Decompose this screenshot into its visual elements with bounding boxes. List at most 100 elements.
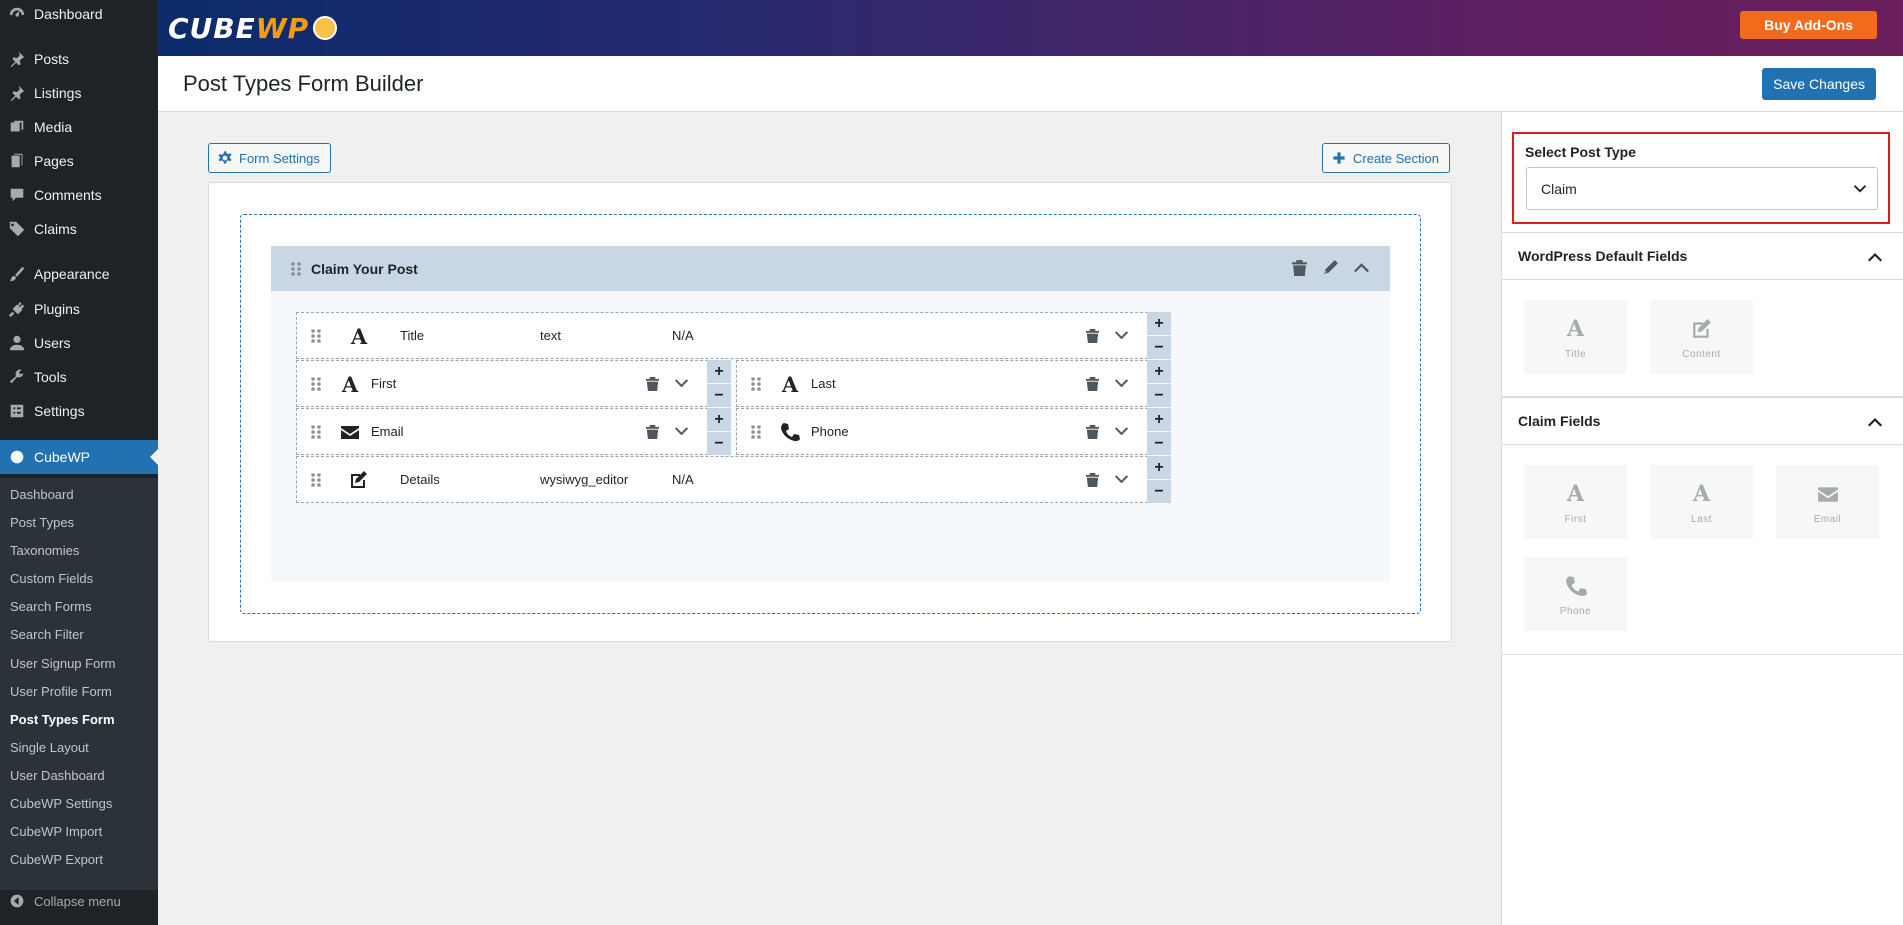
claim-fields-title: Claim Fields — [1518, 413, 1601, 429]
field-card-first[interactable]: A First — [1524, 465, 1627, 539]
submenu-item-post-types-form[interactable]: Post Types Form — [10, 712, 115, 727]
field-row-last[interactable]: A Last + − — [736, 360, 1171, 407]
trash-icon[interactable] — [1085, 423, 1100, 440]
submenu-item-post-types[interactable]: Post Types — [10, 515, 74, 530]
field-row-email[interactable]: Email + − — [296, 408, 731, 455]
phone-icon — [778, 421, 802, 443]
field-card-title[interactable]: A Title — [1524, 300, 1627, 374]
wp-default-fields-header[interactable]: WordPress Default Fields — [1502, 232, 1903, 280]
drag-handle-icon[interactable] — [309, 375, 323, 393]
text-a-icon: A — [1566, 315, 1585, 342]
field-card-label: First — [1564, 513, 1587, 525]
field-row-first[interactable]: A First + − — [296, 360, 731, 407]
settings-icon — [0, 402, 34, 420]
drag-handle-icon[interactable] — [749, 423, 763, 441]
plus-icon — [1333, 152, 1345, 164]
menu-item-appearance[interactable]: Appearance — [0, 257, 158, 291]
increase-width-button[interactable]: + — [707, 408, 731, 432]
increase-width-button[interactable]: + — [1147, 360, 1171, 384]
menu-item-media[interactable]: Media — [0, 110, 158, 144]
post-type-select[interactable]: Claim — [1526, 167, 1878, 210]
decrease-width-button[interactable]: − — [707, 432, 731, 455]
pin-icon — [0, 50, 34, 68]
claim-fields-header[interactable]: Claim Fields — [1502, 397, 1903, 445]
form-section: Claim Your Post A Title text N/A + − A F… — [271, 246, 1390, 581]
chevron-down-icon[interactable] — [674, 423, 689, 440]
field-card-label: Phone — [1559, 605, 1592, 617]
menu-item-dashboard[interactable]: Dashboard — [0, 0, 158, 31]
submenu-item-search-filter[interactable]: Search Filter — [10, 627, 84, 642]
field-label: Details — [400, 472, 440, 487]
pencil-icon[interactable] — [1322, 259, 1339, 276]
trash-icon[interactable] — [1085, 471, 1100, 488]
chevron-up-icon[interactable] — [1353, 259, 1370, 276]
trash-icon[interactable] — [1085, 375, 1100, 392]
field-card-email[interactable]: Email — [1776, 465, 1879, 539]
submenu-item-cubewp-export[interactable]: CubeWP Export — [10, 852, 103, 867]
increase-width-button[interactable]: + — [707, 360, 731, 384]
submenu-item-cubewp-import[interactable]: CubeWP Import — [10, 824, 102, 839]
trash-icon[interactable] — [1291, 259, 1308, 276]
menu-item-comments[interactable]: Comments — [0, 178, 158, 212]
menu-item-settings[interactable]: Settings — [0, 394, 158, 428]
increase-width-button[interactable]: + — [1147, 408, 1171, 432]
field-row-phone[interactable]: Phone + − — [736, 408, 1171, 455]
chevron-down-icon[interactable] — [1114, 375, 1129, 392]
field-card-phone[interactable]: Phone — [1524, 557, 1627, 631]
menu-item-listings[interactable]: Listings — [0, 76, 158, 110]
field-card-content[interactable]: Content — [1650, 300, 1753, 374]
collapse-menu-button[interactable]: Collapse menu — [0, 886, 158, 916]
tag-icon — [0, 220, 34, 238]
decrease-width-button[interactable]: − — [1147, 336, 1171, 359]
create-section-label: Create Section — [1353, 150, 1439, 166]
field-card-last[interactable]: A Last — [1650, 465, 1753, 539]
decrease-width-button[interactable]: − — [1147, 480, 1171, 503]
chevron-down-icon[interactable] — [1114, 327, 1129, 344]
form-settings-button[interactable]: Form Settings — [208, 143, 331, 173]
decrease-width-button[interactable]: − — [1147, 384, 1171, 407]
decrease-width-button[interactable]: − — [707, 384, 731, 407]
field-row-details[interactable]: Details wysiwyg_editor N/A + − — [296, 456, 1171, 503]
menu-label: Listings — [34, 85, 82, 101]
section-header[interactable]: Claim Your Post — [271, 246, 1390, 291]
menu-item-posts[interactable]: Posts — [0, 42, 158, 76]
increase-width-button[interactable]: + — [1147, 456, 1171, 480]
drag-handle-icon[interactable] — [749, 375, 763, 393]
drag-handle-icon[interactable] — [309, 471, 323, 489]
submenu-item-user-dashboard[interactable]: User Dashboard — [10, 768, 105, 783]
buy-addons-button[interactable]: Buy Add-Ons — [1740, 11, 1877, 39]
trash-icon[interactable] — [1085, 327, 1100, 344]
decrease-width-button[interactable]: − — [1147, 432, 1171, 455]
menu-item-pages[interactable]: Pages — [0, 144, 158, 178]
save-changes-button[interactable]: Save Changes — [1762, 68, 1876, 100]
submenu-item-dashboard[interactable]: Dashboard — [10, 487, 74, 502]
menu-item-users[interactable]: Users — [0, 326, 158, 360]
chevron-down-icon[interactable] — [674, 375, 689, 392]
menu-item-claims[interactable]: Claims — [0, 212, 158, 246]
submenu-item-user-signup-form[interactable]: User Signup Form — [10, 656, 115, 671]
menu-item-cubewp[interactable]: CubeWP — [0, 440, 158, 474]
increase-width-button[interactable]: + — [1147, 312, 1171, 336]
menu-item-tools[interactable]: Tools — [0, 360, 158, 394]
submenu-item-cubewp-settings[interactable]: CubeWP Settings — [10, 796, 112, 811]
field-row-title[interactable]: A Title text N/A + − — [296, 312, 1171, 359]
trash-icon[interactable] — [645, 423, 660, 440]
chevron-down-icon — [1853, 185, 1867, 193]
logo-text: CUBEWP — [168, 11, 310, 45]
menu-label: Comments — [34, 187, 102, 203]
create-section-button[interactable]: Create Section — [1322, 143, 1450, 173]
submenu-item-taxonomies[interactable]: Taxonomies — [10, 543, 79, 558]
chevron-down-icon[interactable] — [1114, 471, 1129, 488]
chevron-down-icon[interactable] — [1114, 423, 1129, 440]
drag-handle-icon[interactable] — [309, 327, 323, 345]
trash-icon[interactable] — [645, 375, 660, 392]
dashboard-icon — [0, 5, 34, 23]
cubewp-submenu: Dashboard Post Types Taxonomies Custom F… — [0, 478, 158, 890]
menu-item-plugins[interactable]: Plugins — [0, 292, 158, 326]
submenu-item-search-forms[interactable]: Search Forms — [10, 599, 92, 614]
submenu-item-single-layout[interactable]: Single Layout — [10, 740, 89, 755]
submenu-item-custom-fields[interactable]: Custom Fields — [10, 571, 93, 586]
drag-handle-icon[interactable] — [289, 260, 303, 278]
submenu-item-user-profile-form[interactable]: User Profile Form — [10, 684, 112, 699]
drag-handle-icon[interactable] — [309, 423, 323, 441]
